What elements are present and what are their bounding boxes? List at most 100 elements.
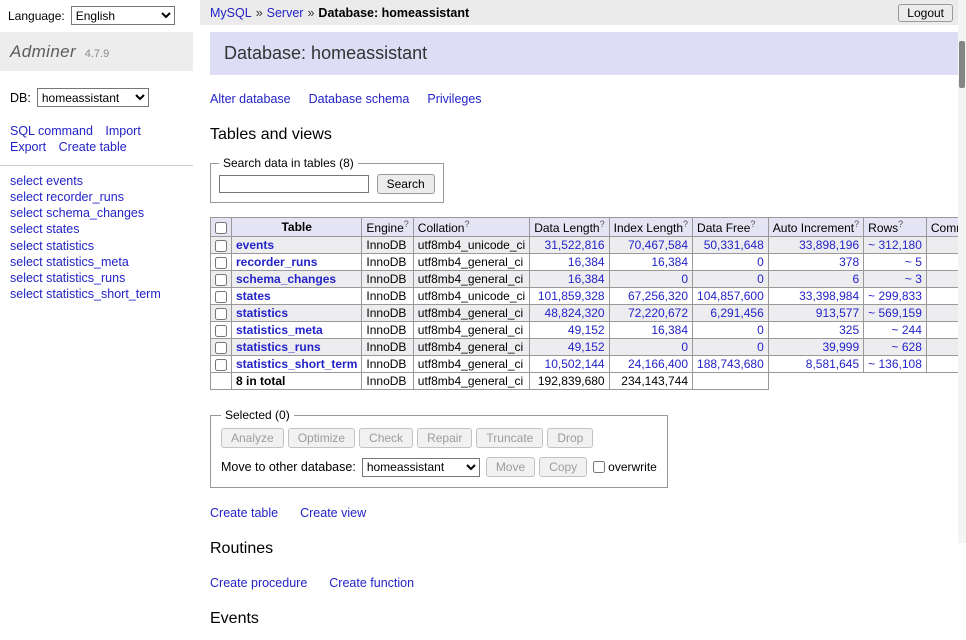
search-button[interactable]: Search [377,174,435,194]
help-link[interactable]: ? [854,219,859,229]
data-length-link[interactable]: 31,522,816 [545,238,605,252]
row-checkbox[interactable] [215,359,227,371]
move-database-select[interactable]: homeassistant [362,458,480,477]
index-length-link[interactable]: 0 [681,340,688,354]
sidebar-link-export[interactable]: Export [10,140,46,154]
move-copy-button[interactable]: Move [486,457,535,477]
table-name-link[interactable]: statistics_short_term [236,357,357,371]
move-copy-button[interactable]: Copy [539,457,587,477]
data-length-link[interactable]: 10,502,144 [545,357,605,371]
row-checkbox[interactable] [215,342,227,354]
auto-increment-link[interactable]: 6 [852,272,859,286]
rows-count-link[interactable]: ~ 569,159 [868,306,922,320]
data-free-link[interactable]: 188,743,680 [697,357,764,371]
data-length-link[interactable]: 49,152 [568,340,605,354]
rows-count-link[interactable]: ~ 3 [905,272,922,286]
database-action-link[interactable]: Alter database [210,92,291,106]
sidebar-select-link[interactable]: select recorder_runs [10,189,183,205]
create-link[interactable]: Create table [210,506,278,520]
auto-increment-link[interactable]: 33,898,196 [799,238,859,252]
search-input[interactable] [219,175,369,193]
routine-link[interactable]: Create procedure [210,576,307,590]
index-length-link[interactable]: 72,220,672 [628,306,688,320]
index-length-link[interactable]: 70,467,584 [628,238,688,252]
data-length-link[interactable]: 16,384 [568,272,605,286]
sidebar-link-sql-command[interactable]: SQL command [10,124,93,138]
sidebar-select-link[interactable]: select statistics [10,238,183,254]
data-free-link[interactable]: 0 [757,323,764,337]
table-name-link[interactable]: schema_changes [236,272,336,286]
rows-count-link[interactable]: ~ 312,180 [868,238,922,252]
row-checkbox[interactable] [215,274,227,286]
rows-count-link[interactable]: ~ 5 [905,255,922,269]
overwrite-checkbox[interactable] [593,461,605,473]
data-length-link[interactable]: 101,859,328 [538,289,605,303]
table-name-link[interactable]: states [236,289,271,303]
routine-link[interactable]: Create function [329,576,414,590]
row-checkbox[interactable] [215,325,227,337]
language-select[interactable]: English [71,6,175,25]
sidebar-link-create-table[interactable]: Create table [59,140,127,154]
selected-action-button[interactable]: Drop [547,428,593,448]
row-checkbox[interactable] [215,291,227,303]
rows-count-link[interactable]: ~ 244 [892,323,922,337]
sidebar-link-import[interactable]: Import [105,124,140,138]
help-link[interactable]: ? [683,219,688,229]
table-name-link[interactable]: recorder_runs [236,255,317,269]
database-action-link[interactable]: Database schema [309,92,410,106]
scrollbar-thumb[interactable] [959,41,965,88]
select-all-checkbox[interactable] [215,222,227,234]
auto-increment-link[interactable]: 8,581,645 [806,357,859,371]
help-link[interactable]: ? [464,219,469,229]
selected-action-button[interactable]: Analyze [221,428,284,448]
data-free-link[interactable]: 0 [757,272,764,286]
index-length-link[interactable]: 67,256,320 [628,289,688,303]
index-length-link[interactable]: 16,384 [651,323,688,337]
db-select[interactable]: homeassistant [37,88,149,107]
logout-button[interactable]: Logout [898,4,953,22]
auto-increment-link[interactable]: 378 [839,255,859,269]
auto-increment-link[interactable]: 33,398,984 [799,289,859,303]
rows-count-link[interactable]: ~ 299,833 [868,289,922,303]
database-action-link[interactable]: Privileges [427,92,481,106]
rows-count-link[interactable]: ~ 136,108 [868,357,922,371]
create-link[interactable]: Create view [300,506,366,520]
help-link[interactable]: ? [600,219,605,229]
help-link[interactable]: ? [404,219,409,229]
row-checkbox[interactable] [215,240,227,252]
data-length-link[interactable]: 48,824,320 [545,306,605,320]
data-free-link[interactable]: 0 [757,340,764,354]
index-length-link[interactable]: 0 [681,272,688,286]
table-name-link[interactable]: statistics [236,306,288,320]
table-name-link[interactable]: events [236,238,274,252]
rows-count-link[interactable]: ~ 628 [892,340,922,354]
data-length-link[interactable]: 49,152 [568,323,605,337]
sidebar-select-link[interactable]: select statistics_runs [10,270,183,286]
data-free-link[interactable]: 0 [757,255,764,269]
sidebar-select-link[interactable]: select statistics_meta [10,254,183,270]
help-link[interactable]: ? [898,219,903,229]
data-free-link[interactable]: 6,291,456 [710,306,763,320]
table-name-link[interactable]: statistics_runs [236,340,321,354]
sidebar-select-link[interactable]: select statistics_short_term [10,286,183,302]
sidebar-select-link[interactable]: select events [10,173,183,189]
breadcrumb-link-server[interactable]: Server [267,6,304,20]
sidebar-select-link[interactable]: select states [10,221,183,237]
scrollbar-track[interactable] [958,0,966,543]
selected-action-button[interactable]: Truncate [476,428,543,448]
sidebar-select-link[interactable]: select schema_changes [10,205,183,221]
index-length-link[interactable]: 16,384 [651,255,688,269]
auto-increment-link[interactable]: 39,999 [822,340,859,354]
help-link[interactable]: ? [750,219,755,229]
table-name-link[interactable]: statistics_meta [236,323,323,337]
auto-increment-link[interactable]: 913,577 [816,306,859,320]
selected-action-button[interactable]: Optimize [288,428,355,448]
selected-action-button[interactable]: Repair [417,428,472,448]
data-free-link[interactable]: 104,857,600 [697,289,764,303]
index-length-link[interactable]: 24,166,400 [628,357,688,371]
breadcrumb-link-mysql[interactable]: MySQL [210,6,252,20]
row-checkbox[interactable] [215,257,227,269]
data-length-link[interactable]: 16,384 [568,255,605,269]
row-checkbox[interactable] [215,308,227,320]
selected-action-button[interactable]: Check [359,428,413,448]
